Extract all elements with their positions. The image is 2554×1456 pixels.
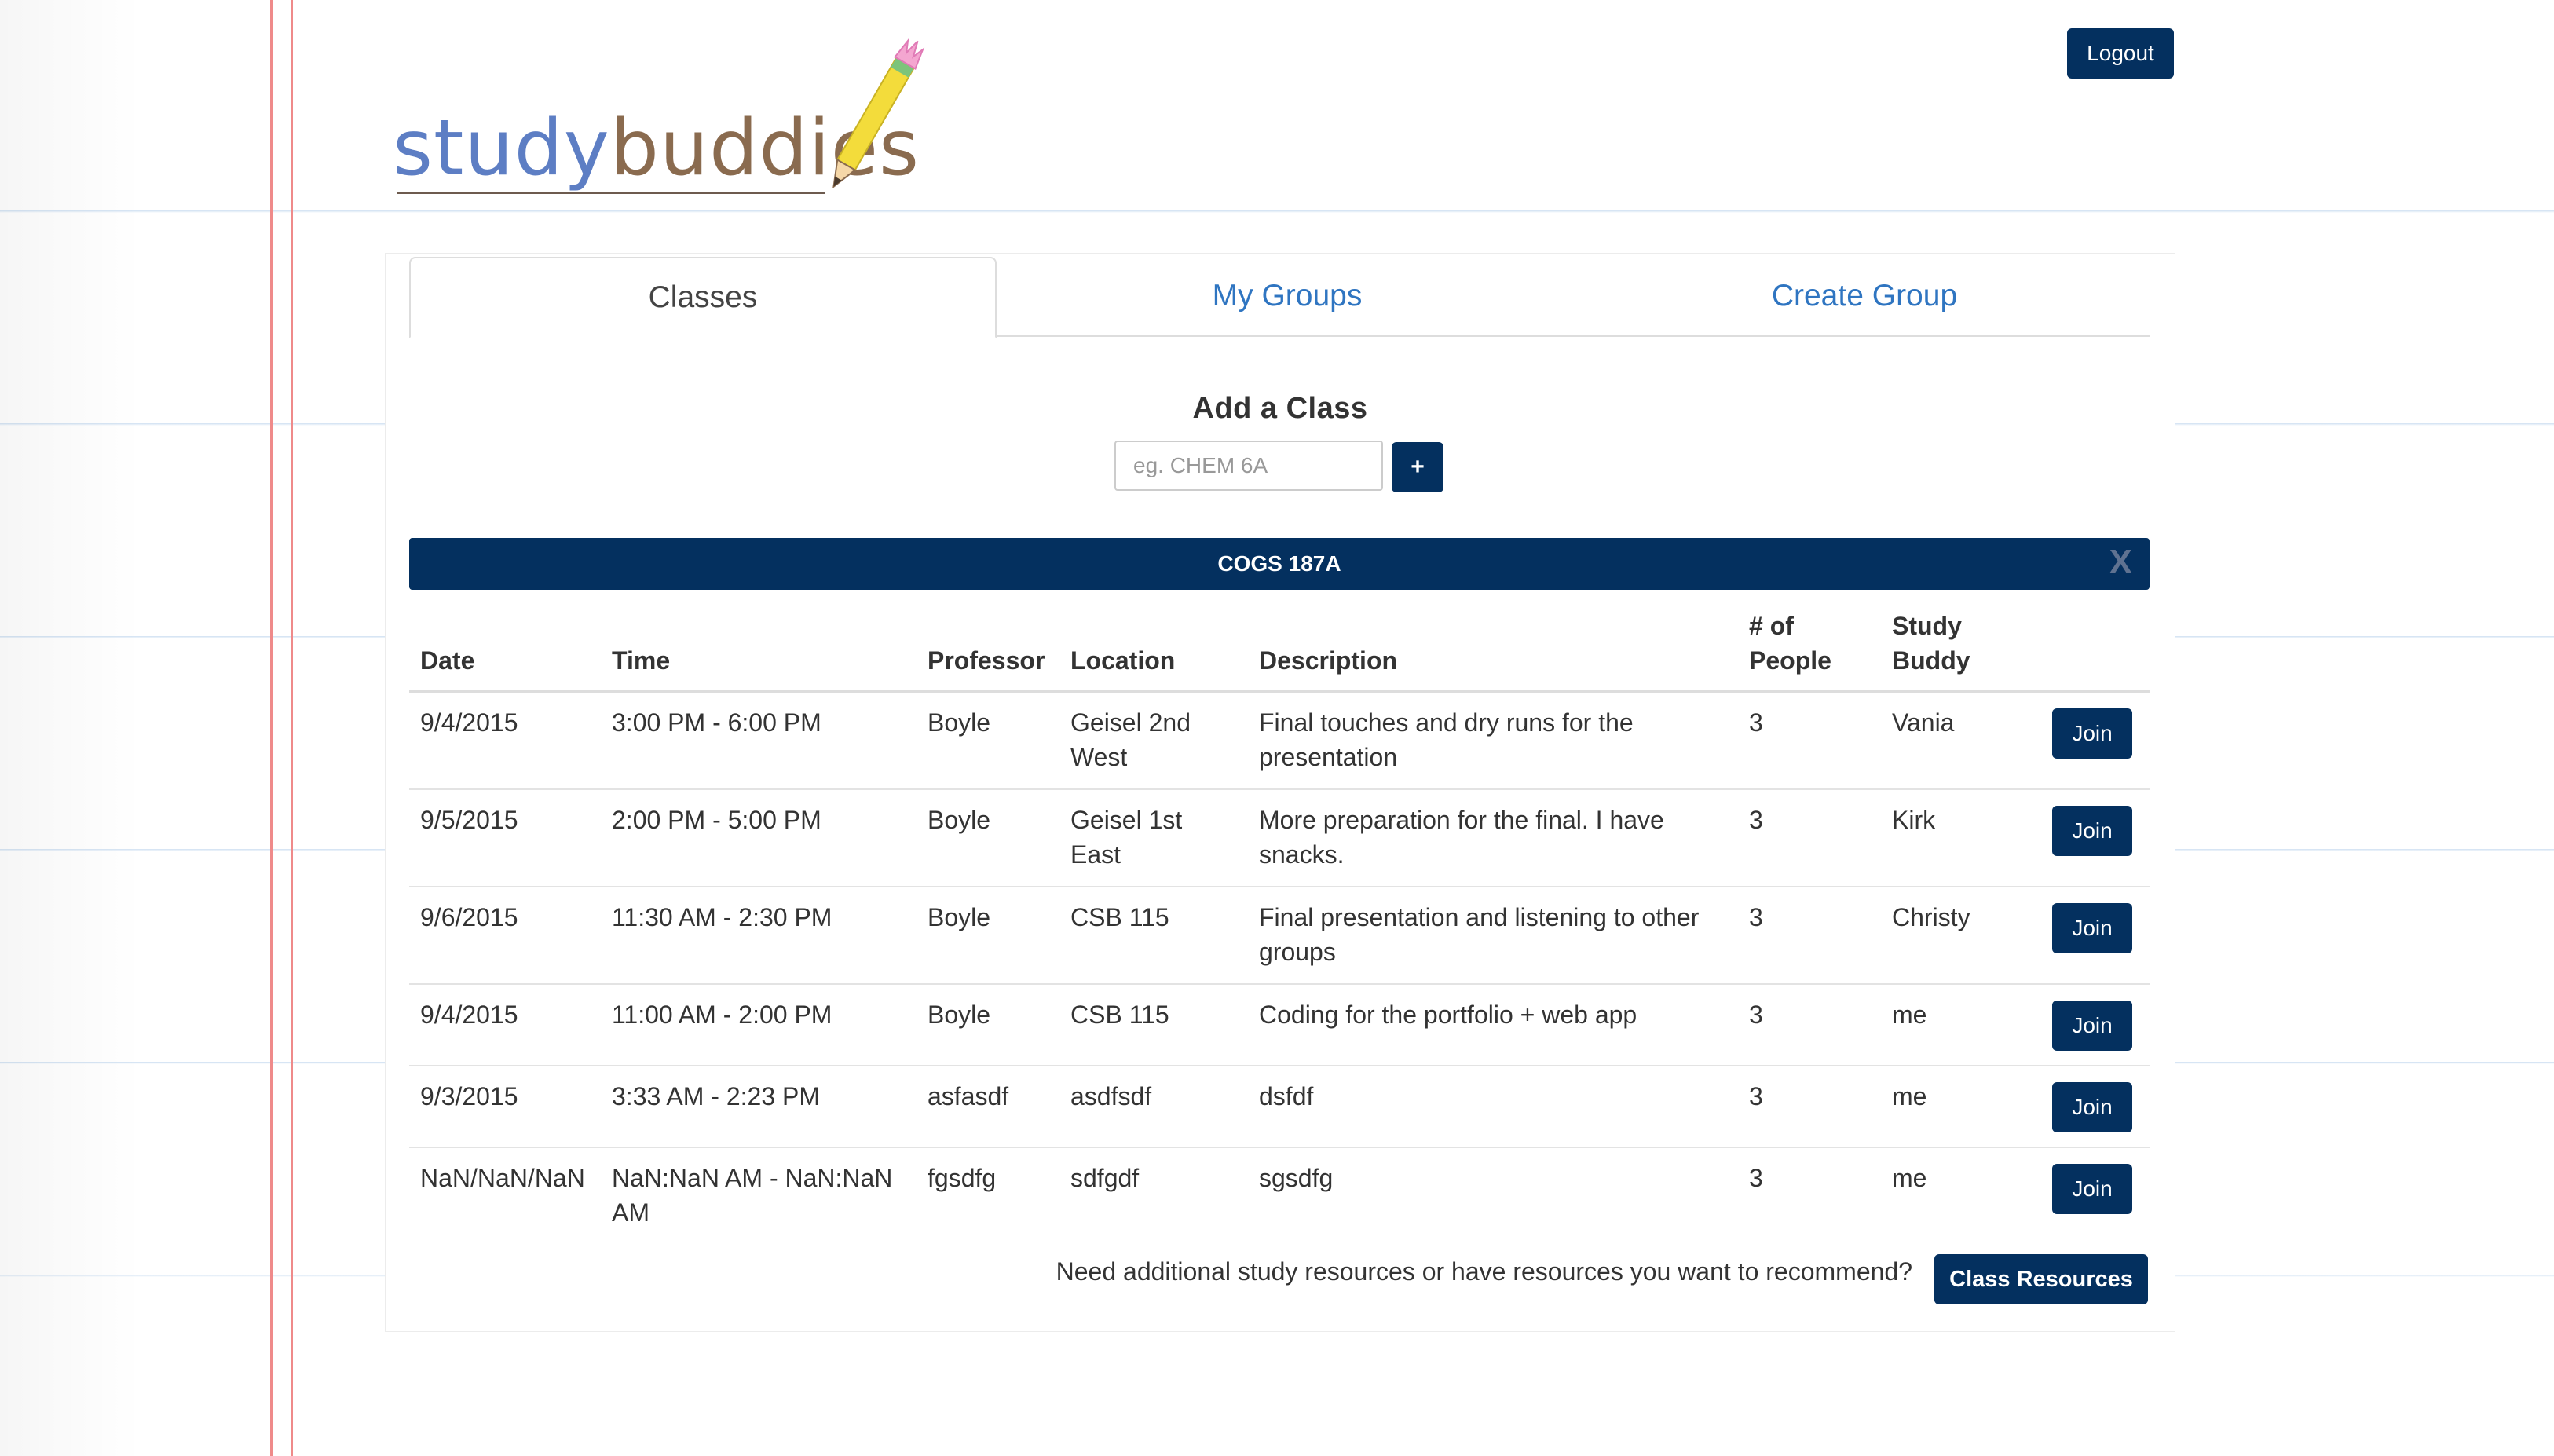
cell-date: 9/4/2015	[409, 983, 601, 1066]
logo-underline	[397, 192, 825, 194]
logout-button[interactable]: Logout	[2067, 28, 2174, 79]
cell-people: 3	[1738, 690, 1881, 789]
header-people-line1: # of	[1749, 612, 1794, 640]
header-description: Description	[1248, 598, 1738, 693]
pencil-icon	[832, 38, 925, 188]
class-name: COGS 187A	[1217, 551, 1341, 576]
table-row: 9/4/2015 11:00 AM - 2:00 PM Boyle CSB 11…	[409, 983, 2150, 1066]
cell-location: asdfsdf	[1059, 1065, 1248, 1147]
cell-professor: Boyle	[917, 690, 1059, 789]
cell-people: 3	[1738, 1065, 1881, 1147]
cell-time: 11:00 AM - 2:00 PM	[601, 983, 917, 1066]
header-time: Time	[601, 598, 917, 693]
cell-time: 2:00 PM - 5:00 PM	[601, 788, 917, 887]
cell-professor: asfasdf	[917, 1065, 1059, 1147]
cell-date: 9/6/2015	[409, 886, 601, 984]
class-resources-button[interactable]: Class Resources	[1934, 1254, 2148, 1304]
cell-professor: fgsdfg	[917, 1147, 1059, 1244]
add-class-input[interactable]	[1114, 441, 1383, 491]
cell-buddy: me	[1881, 983, 2041, 1066]
cell-buddy: me	[1881, 1065, 2041, 1147]
cell-description: Coding for the portfolio + web app	[1248, 983, 1738, 1066]
cell-date: NaN/NaN/NaN	[409, 1147, 601, 1244]
join-button[interactable]: Join	[2052, 1164, 2132, 1214]
tab-bar: Classes My Groups Create Group	[409, 257, 2150, 338]
join-button[interactable]: Join	[2052, 903, 2132, 953]
table-header-row: Date Time Professor Location Description…	[409, 598, 2150, 693]
remove-class-button[interactable]: X	[2109, 543, 2132, 582]
table-row: 9/6/2015 11:30 AM - 2:30 PM Boyle CSB 11…	[409, 886, 2150, 984]
tab-my-groups[interactable]: My Groups	[995, 257, 1579, 335]
table-row: 9/5/2015 2:00 PM - 5:00 PM Boyle Geisel …	[409, 788, 2150, 887]
cell-people: 3	[1738, 886, 1881, 984]
join-button[interactable]: Join	[2052, 1001, 2132, 1051]
header-buddy-line2: Buddy	[1892, 646, 1970, 675]
cell-buddy: Vania	[1881, 690, 2041, 789]
cell-description: sgsdfg	[1248, 1147, 1738, 1244]
cell-description: More preparation for the final. I have s…	[1248, 788, 1738, 887]
join-button[interactable]: Join	[2052, 708, 2132, 759]
header-professor: Professor	[917, 598, 1059, 693]
cell-people: 3	[1738, 1147, 1881, 1244]
cell-people: 3	[1738, 788, 1881, 887]
cell-location: CSB 115	[1059, 886, 1248, 984]
cell-date: 9/4/2015	[409, 690, 601, 789]
cell-description: dsfdf	[1248, 1065, 1738, 1147]
cell-people: 3	[1738, 983, 1881, 1066]
cell-buddy: me	[1881, 1147, 2041, 1244]
studybuddies-logo[interactable]: studybuddies	[393, 24, 927, 194]
study-groups-table: Date Time Professor Location Description…	[409, 598, 2150, 1244]
tab-classes[interactable]: Classes	[409, 257, 997, 338]
header-date: Date	[409, 598, 601, 693]
header-action	[2041, 598, 2150, 693]
table-row: 9/3/2015 3:33 AM - 2:23 PM asfasdf asdfs…	[409, 1065, 2150, 1147]
cell-time: 11:30 AM - 2:30 PM	[601, 886, 917, 984]
cell-location: CSB 115	[1059, 983, 1248, 1066]
table-row: NaN/NaN/NaN NaN:NaN AM - NaN:NaN AM fgsd…	[409, 1147, 2150, 1244]
cell-action: Join	[2041, 690, 2150, 789]
notebook-margin-line	[291, 0, 293, 1456]
class-header-bar: COGS 187A X	[409, 538, 2150, 590]
cell-action: Join	[2041, 983, 2150, 1066]
tab-create-group[interactable]: Create Group	[1579, 257, 2150, 335]
cell-date: 9/5/2015	[409, 788, 601, 887]
cell-time: NaN:NaN AM - NaN:NaN AM	[601, 1147, 917, 1244]
cell-location: sdfgdf	[1059, 1147, 1248, 1244]
join-button[interactable]: Join	[2052, 1082, 2132, 1132]
cell-professor: Boyle	[917, 983, 1059, 1066]
cell-description: Final presentation and listening to othe…	[1248, 886, 1738, 984]
header-people: # of People	[1738, 598, 1881, 693]
cell-location: Geisel 1st East	[1059, 788, 1248, 887]
cell-date: 9/3/2015	[409, 1065, 601, 1147]
logo-text-study: study	[393, 104, 610, 193]
cell-professor: Boyle	[917, 886, 1059, 984]
add-class-title-text: Add a Class	[1192, 392, 1368, 425]
add-class-button[interactable]: +	[1392, 442, 1443, 492]
cell-action: Join	[2041, 1147, 2150, 1244]
table-row: 9/4/2015 3:00 PM - 6:00 PM Boyle Geisel …	[409, 690, 2150, 789]
cell-time: 3:00 PM - 6:00 PM	[601, 690, 917, 789]
cell-action: Join	[2041, 886, 2150, 984]
header-buddy: Study Buddy	[1881, 598, 2041, 693]
notebook-margin-line	[270, 0, 273, 1456]
join-button[interactable]: Join	[2052, 806, 2132, 856]
resources-prompt: Need additional study resources or have …	[1056, 1257, 1912, 1286]
cell-professor: Boyle	[917, 788, 1059, 887]
cell-buddy: Kirk	[1881, 788, 2041, 887]
header-people-line2: People	[1749, 646, 1831, 675]
main-panel: Classes My Groups Create Group Add a Cla…	[385, 253, 2175, 1332]
add-class-title: Add a Class	[386, 392, 2175, 426]
cell-action: Join	[2041, 1065, 2150, 1147]
header-buddy-line1: Study	[1892, 612, 1962, 640]
cell-description: Final touches and dry runs for the prese…	[1248, 690, 1738, 789]
cell-action: Join	[2041, 788, 2150, 887]
header-location: Location	[1059, 598, 1248, 693]
cell-location: Geisel 2nd West	[1059, 690, 1248, 789]
cell-buddy: Christy	[1881, 886, 2041, 984]
cell-time: 3:33 AM - 2:23 PM	[601, 1065, 917, 1147]
